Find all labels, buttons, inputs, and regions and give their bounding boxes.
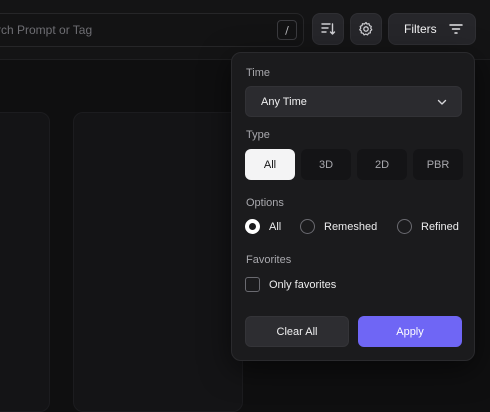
time-select-value: Any Time	[261, 95, 307, 108]
search-shortcut-key: /	[277, 20, 297, 40]
background-card	[73, 112, 243, 412]
option-radio-label: Remeshed	[324, 220, 378, 233]
radio-unchecked-icon	[300, 219, 315, 234]
only-favorites-label: Only favorites	[269, 278, 337, 291]
options-label: Options	[246, 197, 284, 209]
clear-all-button[interactable]: Clear All	[245, 316, 349, 347]
settings-button[interactable]	[350, 13, 382, 45]
option-radio-all[interactable]: All	[245, 219, 281, 234]
checkbox-icon	[245, 277, 260, 292]
filters-button[interactable]: Filters	[388, 13, 476, 45]
time-label: Time	[246, 67, 271, 79]
option-radio-remeshed[interactable]: Remeshed	[300, 219, 377, 234]
sort-button[interactable]	[312, 13, 344, 45]
background-card	[0, 112, 50, 412]
radio-checked-icon	[245, 219, 260, 234]
chevron-down-icon	[437, 99, 447, 105]
search-input[interactable]: rch Prompt or Tag /	[0, 13, 304, 47]
favorites-label: Favorites	[246, 254, 292, 266]
time-select[interactable]: Any Time	[245, 86, 462, 117]
top-bar: rch Prompt or Tag / Filters	[0, 0, 490, 60]
options-radio-group: All Remeshed Refined	[245, 219, 465, 239]
type-segmented-control: All 3D 2D PBR	[245, 149, 463, 180]
search-placeholder: rch Prompt or Tag	[0, 23, 93, 37]
filters-panel: Time Any Time Type All 3D 2D PBR Options…	[231, 52, 475, 361]
option-radio-label: Refined	[421, 220, 459, 233]
type-option-3d[interactable]: 3D	[301, 149, 351, 180]
apply-button[interactable]: Apply	[358, 316, 462, 347]
gear-icon	[359, 21, 373, 36]
filter-lines-icon	[448, 24, 463, 34]
type-option-2d[interactable]: 2D	[357, 149, 407, 180]
type-option-pbr[interactable]: PBR	[413, 149, 463, 180]
option-radio-label: All	[269, 220, 282, 233]
option-radio-refined[interactable]: Refined	[397, 219, 459, 234]
sort-descending-icon	[321, 23, 336, 35]
only-favorites-checkbox[interactable]: Only favorites	[245, 277, 336, 292]
type-label: Type	[246, 129, 270, 141]
radio-unchecked-icon	[397, 219, 412, 234]
type-option-all[interactable]: All	[245, 149, 295, 180]
filters-button-label: Filters	[404, 22, 437, 36]
